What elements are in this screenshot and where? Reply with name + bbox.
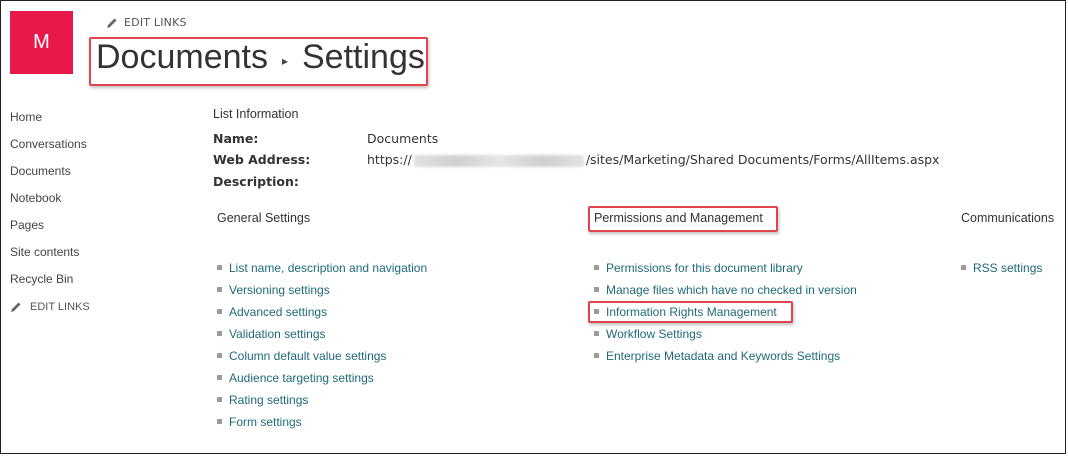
list-item[interactable]: Manage files which have no checked in ve… (591, 283, 857, 305)
list-item[interactable]: Information Rights Management (591, 305, 857, 327)
info-row-name: Name: (213, 131, 258, 146)
link-list-name-description-navigation[interactable]: List name, description and navigation (229, 261, 427, 275)
list-item[interactable]: RSS settings (958, 261, 1042, 283)
info-row-web-address: Web Address: (213, 152, 310, 167)
link-validation-settings[interactable]: Validation settings (229, 327, 326, 341)
nav-item-home[interactable]: Home (10, 108, 90, 135)
bullet-icon (217, 353, 222, 358)
bullet-icon (594, 353, 599, 358)
bullet-icon (217, 397, 222, 402)
bullet-icon (594, 265, 599, 270)
bullet-icon (217, 419, 222, 424)
redacted-host (413, 154, 584, 167)
bullet-icon (217, 265, 222, 270)
info-row-description: Description: (213, 174, 299, 189)
permissions-heading: Permissions and Management (594, 211, 763, 225)
name-value: Documents (367, 131, 439, 146)
list-item[interactable]: Form settings (214, 415, 427, 437)
page-title: Documents ▸ Settings (96, 38, 425, 77)
link-workflow-settings[interactable]: Workflow Settings (606, 327, 702, 341)
list-item[interactable]: Versioning settings (214, 283, 427, 305)
nav-item-pages[interactable]: Pages (10, 216, 90, 243)
left-nav: Home Conversations Documents Notebook Pa… (10, 108, 90, 313)
communications-heading: Communications (961, 211, 1055, 225)
nav-edit-links-label: EDIT LINKS (30, 301, 90, 313)
list-item[interactable]: Column default value settings (214, 349, 427, 371)
permissions-links: Permissions for this document library Ma… (591, 261, 857, 371)
list-item[interactable]: Advanced settings (214, 305, 427, 327)
link-rss-settings[interactable]: RSS settings (973, 261, 1042, 275)
bullet-icon (217, 331, 222, 336)
nav-item-recycle-bin[interactable]: Recycle Bin (10, 270, 90, 297)
list-item[interactable]: Audience targeting settings (214, 371, 427, 393)
bullet-icon (961, 265, 966, 270)
pencil-icon (107, 18, 117, 28)
link-versioning-settings[interactable]: Versioning settings (229, 283, 330, 297)
site-logo[interactable]: M (10, 11, 73, 74)
edit-links-top-label: EDIT LINKS (124, 16, 187, 29)
list-item[interactable]: Rating settings (214, 393, 427, 415)
site-logo-letter: M (33, 31, 50, 53)
list-item[interactable]: List name, description and navigation (214, 261, 427, 283)
bullet-icon (217, 309, 222, 314)
breadcrumb-separator-icon: ▸ (281, 53, 288, 68)
web-address-value: https:// /sites/Marketing/Shared Document… (367, 152, 939, 167)
nav-item-site-contents[interactable]: Site contents (10, 243, 90, 270)
bullet-icon (594, 287, 599, 292)
general-settings-links: List name, description and navigation Ve… (214, 261, 427, 437)
link-manage-files-no-checked-in[interactable]: Manage files which have no checked in ve… (606, 283, 857, 297)
list-information-heading: List Information (213, 107, 299, 121)
list-item[interactable]: Permissions for this document library (591, 261, 857, 283)
web-address-suffix: /sites/Marketing/Shared Documents/Forms/… (585, 152, 940, 167)
breadcrumb-settings: Settings (302, 38, 425, 76)
link-form-settings[interactable]: Form settings (229, 415, 302, 429)
list-information-section: List Information (213, 107, 298, 121)
nav-item-notebook[interactable]: Notebook (10, 189, 90, 216)
breadcrumb-documents[interactable]: Documents (96, 38, 268, 77)
nav-item-documents[interactable]: Documents (10, 162, 90, 189)
nav-item-conversations[interactable]: Conversations (10, 135, 90, 162)
bullet-icon (217, 287, 222, 292)
link-permissions-document-library[interactable]: Permissions for this document library (606, 261, 803, 275)
bullet-icon (594, 331, 599, 336)
edit-links-top[interactable]: EDIT LINKS (106, 16, 187, 29)
name-label: Name: (213, 131, 259, 146)
link-advanced-settings[interactable]: Advanced settings (229, 305, 327, 319)
description-label: Description: (213, 174, 299, 189)
link-enterprise-metadata-keywords[interactable]: Enterprise Metadata and Keywords Setting… (606, 349, 840, 363)
web-address-label: Web Address: (213, 152, 311, 167)
list-item[interactable]: Validation settings (214, 327, 427, 349)
list-item[interactable]: Enterprise Metadata and Keywords Setting… (591, 349, 857, 371)
pencil-icon (11, 302, 21, 312)
nav-edit-links[interactable]: EDIT LINKS (10, 301, 90, 313)
bullet-icon (217, 375, 222, 380)
link-column-default-value-settings[interactable]: Column default value settings (229, 349, 386, 363)
web-address-prefix: https:// (367, 152, 412, 167)
bullet-icon (594, 309, 599, 314)
link-audience-targeting-settings[interactable]: Audience targeting settings (229, 371, 374, 385)
list-item[interactable]: Workflow Settings (591, 327, 857, 349)
info-row-name-value: Documents (367, 131, 438, 146)
link-rating-settings[interactable]: Rating settings (229, 393, 308, 407)
communications-links: RSS settings (958, 261, 1042, 283)
link-information-rights-management[interactable]: Information Rights Management (606, 305, 777, 319)
general-settings-heading: General Settings (217, 211, 311, 225)
